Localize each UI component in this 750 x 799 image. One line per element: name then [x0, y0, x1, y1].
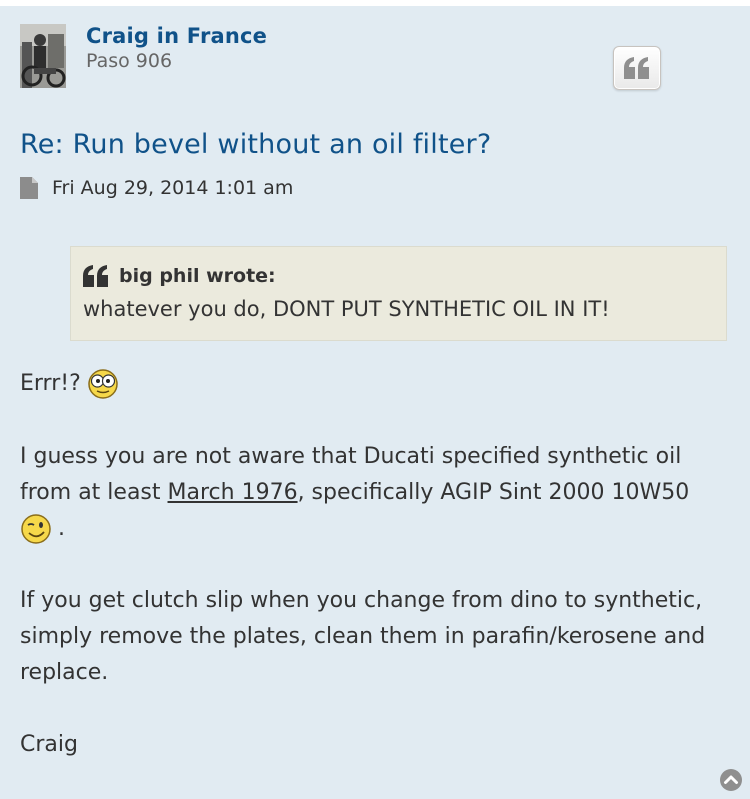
paragraph-2-text-b: , specifically AGIP Sint 2000 10W50 [297, 480, 690, 505]
quote-cite: big phil wrote: [83, 263, 714, 289]
paragraph-2: I guess you are not aware that Ducati sp… [20, 439, 730, 547]
document-icon[interactable] [20, 177, 38, 199]
paragraph-3: If you get clutch slip when you change f… [20, 588, 706, 685]
quote-button[interactable] [613, 46, 661, 90]
wink-smiley-icon [21, 514, 51, 544]
post-meta: Fri Aug 29, 2014 1:01 am [20, 176, 293, 200]
avatar[interactable] [20, 24, 66, 88]
back-to-top-button[interactable] [719, 768, 743, 792]
post-title[interactable]: Re: Run bevel without an oil filter? [20, 129, 491, 160]
author-rank: Paso 906 [86, 50, 173, 72]
quote-mark-icon [83, 265, 108, 287]
eek-smiley-icon [88, 369, 118, 399]
signature: Craig [20, 732, 78, 757]
paragraph-1-text: Errr!? [20, 371, 81, 396]
quote-text: whatever you do, DONT PUT SYNTHETIC OIL … [83, 297, 610, 321]
post-author[interactable]: Craig in France [86, 24, 267, 48]
paragraph-2-end: . [58, 516, 65, 541]
quote-icon [624, 57, 649, 79]
paragraph-1: Errr!? [20, 366, 119, 402]
post-date: Fri Aug 29, 2014 1:01 am [52, 177, 294, 199]
march-1976-link[interactable]: March 1976 [168, 480, 298, 505]
quote-block: big phil wrote: whatever you do, DONT PU… [70, 246, 727, 341]
quote-author: big phil wrote: [119, 265, 276, 287]
